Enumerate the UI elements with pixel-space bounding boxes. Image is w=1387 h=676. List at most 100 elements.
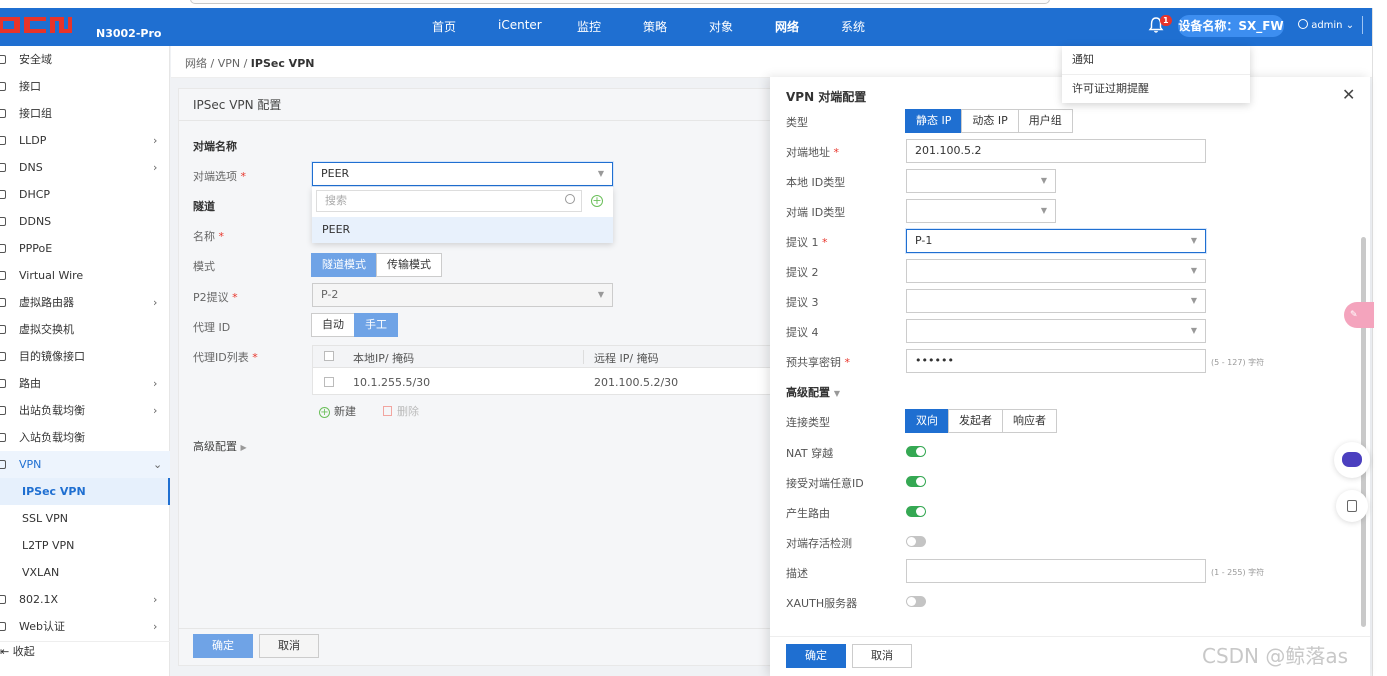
- type-dynamic-ip-button[interactable]: 动态 IP: [961, 109, 1019, 133]
- sidebar-item-接口[interactable]: 接口: [0, 73, 170, 100]
- sidebar-item-web认证[interactable]: Web认证 ›: [0, 613, 170, 640]
- select-all-checkbox[interactable]: [324, 351, 334, 361]
- sidebar-item-label: DNS: [19, 161, 43, 174]
- nav-policy[interactable]: 策略: [643, 18, 667, 35]
- peer-option-select[interactable]: PEER ▼: [312, 162, 613, 186]
- sidebar-item-pppoe[interactable]: PPPoE: [0, 235, 170, 262]
- sidebar-collapse-button[interactable]: ⇤ 收起: [0, 641, 170, 663]
- local-id-type-label: 本地 ID类型: [786, 176, 846, 189]
- sidebar-item-ssl-vpn[interactable]: SSL VPN: [0, 505, 170, 532]
- device-name-badge[interactable]: 设备名称：SX_FW: [1178, 15, 1284, 37]
- gen-route-toggle[interactable]: [906, 506, 926, 517]
- drawer-ok-button[interactable]: 确定: [786, 644, 846, 668]
- sidebar-item-l2tp-vpn[interactable]: L2TP VPN: [0, 532, 170, 559]
- mode-tunnel-button[interactable]: 隧道模式: [311, 253, 377, 277]
- sidebar-item-ddns[interactable]: DDNS: [0, 208, 170, 235]
- breadcrumb-current: IPSec VPN: [250, 57, 315, 70]
- xauth-toggle[interactable]: [906, 596, 926, 607]
- menu-item-icon: [0, 136, 6, 145]
- drawer-cancel-button[interactable]: 取消: [852, 644, 912, 668]
- peer-id-type-select[interactable]: ▼: [906, 199, 1056, 223]
- sidebar-item-出站负载均衡[interactable]: 出站负载均衡 ›: [0, 397, 170, 424]
- sidebar-item-lldp[interactable]: LLDP ›: [0, 127, 170, 154]
- proxy-id-auto-button[interactable]: 自动: [311, 313, 355, 337]
- caret-down-icon: ▼: [1040, 176, 1047, 185]
- sidebar-item-dhcp[interactable]: DHCP: [0, 181, 170, 208]
- psk-input[interactable]: ••••••: [906, 349, 1206, 373]
- breadcrumb-path[interactable]: 网络 / VPN /: [185, 57, 251, 70]
- proposal4-select[interactable]: ▼: [906, 319, 1206, 343]
- nav-icenter[interactable]: iCenter: [498, 18, 542, 32]
- proposal3-select[interactable]: ▼: [906, 289, 1206, 313]
- cell-local: 10.1.255.5/30: [353, 376, 431, 389]
- nav-home[interactable]: 首页: [432, 18, 456, 35]
- user-menu[interactable]: admin ⌄: [1298, 19, 1354, 31]
- main-cancel-button[interactable]: 取消: [259, 634, 319, 658]
- collapse-icon: ⇤: [0, 645, 13, 658]
- dpd-toggle[interactable]: [906, 536, 926, 547]
- chevron-down-icon: ⌄: [153, 458, 163, 471]
- page-scrollbar-track: [1372, 8, 1387, 676]
- type-static-ip-button[interactable]: 静态 IP: [905, 109, 963, 133]
- drawer-advanced-toggle[interactable]: 高级配置 ▼: [786, 384, 840, 400]
- nav-system[interactable]: 系统: [841, 18, 865, 35]
- chevron-right-icon: ›: [153, 377, 158, 390]
- mode-transport-button[interactable]: 传输模式: [376, 253, 442, 277]
- add-button[interactable]: + 新建: [319, 403, 356, 419]
- sidebar-item-目的镜像接口[interactable]: 目的镜像接口: [0, 343, 170, 370]
- col-remote: 远程 IP/ 掩码: [594, 352, 659, 365]
- sidebar-item-路由[interactable]: 路由 ›: [0, 370, 170, 397]
- document-button[interactable]: [1336, 490, 1368, 522]
- chatbot-button[interactable]: [1334, 442, 1370, 478]
- sidebar-item-dns[interactable]: DNS ›: [0, 154, 170, 181]
- accept-any-id-toggle[interactable]: [906, 476, 926, 487]
- conn-bidirectional-button[interactable]: 双向: [905, 409, 949, 433]
- sidebar-item-vxlan[interactable]: VXLAN: [0, 559, 170, 586]
- search-placeholder: 搜索: [325, 194, 347, 207]
- peer-section-title: 对端名称: [193, 140, 237, 153]
- main-advanced-toggle[interactable]: 高级配置 ▶: [193, 438, 247, 454]
- description-input[interactable]: [906, 559, 1206, 583]
- nav-monitor[interactable]: 监控: [577, 18, 601, 35]
- menu-item-icon: [0, 55, 6, 64]
- p2-proposal-select[interactable]: P-2 ▼: [312, 283, 613, 307]
- sidebar-item-vpn[interactable]: VPN ⌄: [0, 451, 170, 478]
- row-checkbox[interactable]: [324, 377, 334, 387]
- nav-object[interactable]: 对象: [709, 18, 733, 35]
- drawer-scrollbar[interactable]: [1361, 237, 1366, 627]
- nat-toggle[interactable]: [906, 446, 926, 457]
- type-user-group-button[interactable]: 用户组: [1017, 109, 1073, 133]
- sidebar-item-virtual-wire[interactable]: Virtual Wire: [0, 262, 170, 289]
- proxy-id-manual-button[interactable]: 手工: [354, 313, 398, 337]
- accept-any-id-label: 接受对端任意ID: [786, 477, 864, 490]
- toggle-knob: [916, 507, 925, 516]
- proxy-id-table: 本地IP/ 掩码 远程 IP/ 掩码 10.1.255.5/30 201.100…: [312, 345, 782, 395]
- close-icon[interactable]: ✕: [1342, 85, 1355, 104]
- dropdown-search-input[interactable]: 搜索: [316, 190, 582, 212]
- proposal2-select[interactable]: ▼: [906, 259, 1206, 283]
- sidebar-item-802-1x[interactable]: 802.1X ›: [0, 586, 170, 613]
- sidebar-item-入站负载均衡[interactable]: 入站负载均衡: [0, 424, 170, 451]
- nav-network[interactable]: 网络: [775, 18, 799, 35]
- main-ok-button[interactable]: 确定: [193, 634, 253, 658]
- delete-button[interactable]: 删除: [383, 403, 419, 419]
- conn-responder-button[interactable]: 响应者: [1002, 409, 1057, 433]
- assistant-tab[interactable]: ✎: [1344, 302, 1374, 328]
- table-header: 本地IP/ 掩码 远程 IP/ 掩码: [313, 346, 781, 368]
- sidebar-item-虚拟交换机[interactable]: 虚拟交换机: [0, 316, 170, 343]
- notification-popup: 通知 许可证过期提醒: [1062, 46, 1250, 103]
- local-id-type-select[interactable]: ▼: [906, 169, 1056, 193]
- sidebar-item-虚拟路由器[interactable]: 虚拟路由器 ›: [0, 289, 170, 316]
- sidebar-item-label: SSL VPN: [22, 512, 68, 525]
- menu-item-icon: [0, 325, 6, 334]
- sidebar-item-接口组[interactable]: 接口组: [0, 100, 170, 127]
- add-peer-icon[interactable]: +: [591, 195, 603, 207]
- notification-item-license[interactable]: 许可证过期提醒: [1062, 74, 1250, 102]
- proposal1-select[interactable]: P-1 ▼: [906, 229, 1206, 253]
- sidebar-item-ipsec-vpn[interactable]: IPSec VPN: [0, 478, 170, 505]
- peer-address-input[interactable]: 201.100.5.2: [906, 139, 1206, 163]
- sidebar-item-安全域[interactable]: 安全域: [0, 46, 170, 73]
- browser-tab-strip: [190, 0, 1050, 4]
- dropdown-option-peer[interactable]: PEER: [312, 217, 613, 243]
- conn-initiator-button[interactable]: 发起者: [948, 409, 1003, 433]
